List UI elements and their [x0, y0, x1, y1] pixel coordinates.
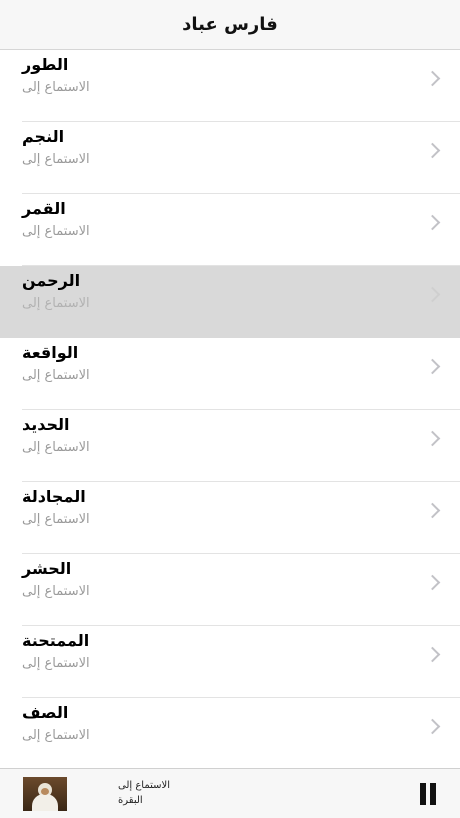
surah-title: الصف [22, 703, 69, 722]
list-item[interactable]: النجم الاستماع إلى [0, 122, 460, 194]
surah-title: القمر [22, 199, 66, 218]
page-title: فارس عباد [182, 14, 278, 35]
surah-title: الممتحنة [22, 631, 90, 650]
chevron-right-icon [424, 430, 441, 447]
chevron-right-icon [424, 142, 441, 159]
list-item[interactable]: الواقعة الاستماع إلى [0, 338, 460, 410]
chevron-right-icon [424, 574, 441, 591]
list-item[interactable]: الطور الاستماع إلى [0, 50, 460, 122]
reciter-artwork[interactable] [23, 777, 67, 811]
list-item[interactable]: الصف الاستماع إلى [0, 698, 460, 768]
list-item[interactable]: الحديد الاستماع إلى [0, 410, 460, 482]
list-item[interactable]: القمر الاستماع إلى [0, 194, 460, 266]
surah-title: الطور [22, 55, 69, 74]
surah-subtitle: الاستماع إلى [22, 440, 90, 455]
surah-subtitle: الاستماع إلى [22, 368, 90, 383]
surah-subtitle: الاستماع إلى [22, 656, 90, 671]
chevron-right-icon [424, 214, 441, 231]
list-item-selected[interactable]: الرحمن الاستماع إلى [0, 266, 460, 338]
surah-subtitle: الاستماع إلى [22, 152, 90, 167]
chevron-right-icon [424, 358, 441, 375]
surah-subtitle: الاستماع إلى [22, 512, 90, 527]
artwork-robe [32, 794, 58, 811]
surah-title: المجادلة [22, 487, 86, 506]
surah-subtitle: الاستماع إلى [22, 224, 90, 239]
surah-title: الرحمن [22, 271, 81, 290]
app-screen: فارس عباد الطور الاستماع إلى النجم الاست… [0, 0, 460, 818]
pause-button[interactable] [418, 783, 438, 805]
list-item[interactable]: المجادلة الاستماع إلى [0, 482, 460, 554]
surah-title: الواقعة [22, 343, 79, 362]
chevron-right-icon [424, 646, 441, 663]
navigation-bar: فارس عباد [0, 0, 460, 50]
artwork-face [41, 788, 49, 795]
surah-subtitle: الاستماع إلى [22, 584, 90, 599]
player-track-title: البقرة [118, 795, 143, 806]
surah-subtitle: الاستماع إلى [22, 80, 90, 95]
chevron-right-icon [424, 718, 441, 735]
mini-player[interactable]: الاستماع إلى البقرة [0, 768, 460, 818]
chevron-right-icon [424, 502, 441, 519]
chevron-right-icon [424, 286, 441, 303]
list-item[interactable]: الحشر الاستماع إلى [0, 554, 460, 626]
surah-title: الحديد [22, 415, 70, 434]
pause-icon [420, 783, 426, 805]
list-item[interactable]: الممتحنة الاستماع إلى [0, 626, 460, 698]
surah-title: النجم [22, 127, 65, 146]
surah-subtitle: الاستماع إلى [22, 728, 90, 743]
chevron-right-icon [424, 70, 441, 87]
player-status: الاستماع إلى [118, 780, 171, 791]
surah-list[interactable]: الطور الاستماع إلى النجم الاستماع إلى ال… [0, 50, 460, 768]
pause-icon [430, 783, 436, 805]
surah-title: الحشر [22, 559, 72, 578]
surah-subtitle: الاستماع إلى [22, 296, 90, 311]
